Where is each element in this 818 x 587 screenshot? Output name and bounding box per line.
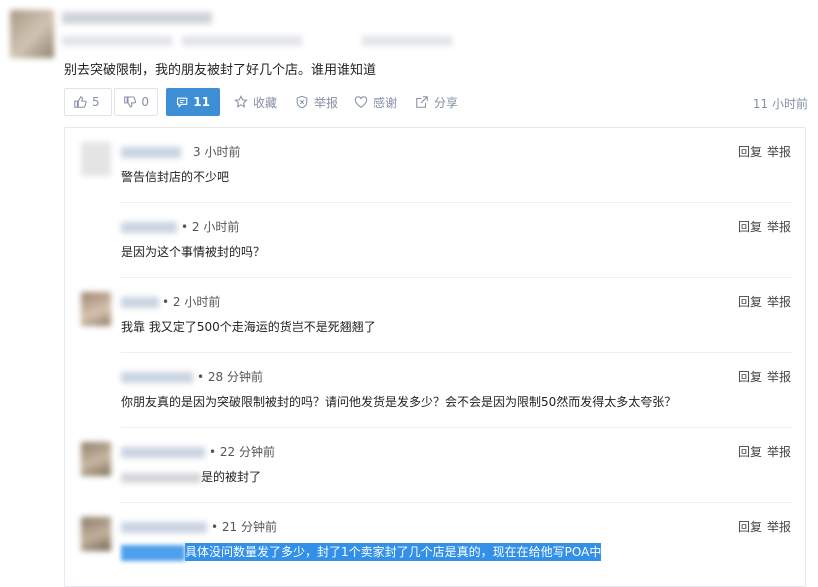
comment-text: 警告信封店的不少吧 <box>121 170 230 184</box>
favorite-label: 收藏 <box>253 95 278 110</box>
comment-item: • 2 小时前 我靠 我又定了500个走海运的货岂不是死翘翘了 回复 举报 <box>65 278 805 353</box>
comment-count: 11 <box>193 95 210 109</box>
comment-text-row: 是的被封了 <box>121 468 261 485</box>
comment-actions: 回复 举报 <box>738 293 791 310</box>
comment-item: 3 小时前 警告信封店的不少吧 回复 举报 <box>65 128 805 203</box>
thanks-button[interactable]: 感谢 <box>354 88 397 116</box>
reply-link[interactable]: 回复 <box>738 368 762 385</box>
comment-text-row: 具体没问数量发了多少，封了1个卖家封了几个店是真的，现在在给他写POA中 <box>121 543 602 561</box>
post-action-bar: 5 0 11 收藏 举报 感谢 分享 11 小时前 <box>64 88 808 116</box>
comment-actions: 回复 举报 <box>738 368 791 385</box>
report-link[interactable]: 举报 <box>767 443 791 460</box>
comments-panel: 3 小时前 警告信封店的不少吧 回复 举报 • 2 小时前 是因为这个事情被封的… <box>64 127 806 587</box>
post-timestamp: 11 小时前 <box>752 97 808 111</box>
mention-user[interactable] <box>121 472 201 483</box>
thanks-label: 感谢 <box>373 95 398 110</box>
comment-time: • 21 分钟前 <box>211 520 277 534</box>
comment-item: • 2 小时前 是因为这个事情被封的吗？ 回复 举报 <box>65 203 805 278</box>
commenter-name[interactable] <box>121 297 159 308</box>
comment-time: • 2 小时前 <box>162 295 221 309</box>
reply-link[interactable]: 回复 <box>738 443 762 460</box>
post-author-meta <box>62 36 172 46</box>
commenter-name[interactable] <box>121 447 205 458</box>
comment-item: • 28 分钟前 你朋友真的是因为突破限制被封的吗？请问他发货是发多少？会不会是… <box>65 353 805 428</box>
reply-link[interactable]: 回复 <box>738 293 762 310</box>
like-count: 5 <box>92 95 100 109</box>
post-author-meta <box>362 36 452 46</box>
reply-link[interactable]: 回复 <box>738 218 762 235</box>
comment-button[interactable]: 11 <box>166 88 220 116</box>
comment-text: 是的被封了 <box>201 470 262 484</box>
shield-icon <box>296 95 308 109</box>
report-link[interactable]: 举报 <box>767 293 791 310</box>
dislike-count: 0 <box>141 95 149 109</box>
comment-item: • 22 分钟前 是的被封了 回复 举报 <box>65 428 805 503</box>
reply-link[interactable]: 回复 <box>738 518 762 535</box>
report-post-button[interactable]: 举报 <box>295 88 338 116</box>
comment-time: • 2 小时前 <box>181 220 240 234</box>
share-icon <box>416 96 428 108</box>
commenter-name[interactable] <box>121 522 207 533</box>
comment-time: • 22 分钟前 <box>209 445 275 459</box>
heart-icon <box>354 96 368 108</box>
comment-text: 是因为这个事情被封的吗？ <box>121 245 266 259</box>
dislike-button[interactable]: 0 <box>114 88 158 116</box>
like-button[interactable]: 5 <box>64 88 112 116</box>
share-button[interactable]: 分享 <box>415 88 458 116</box>
post-author-name[interactable] <box>62 12 212 24</box>
comment-text: 我靠 我又定了500个走海运的货岂不是死翘翘了 <box>121 320 376 334</box>
report-link[interactable]: 举报 <box>767 143 791 160</box>
comment-time: • 28 分钟前 <box>197 370 263 384</box>
post-content: 别去突破限制，我的朋友被封了好几个店。谁用谁知道 <box>64 63 377 78</box>
commenter-avatar[interactable] <box>81 292 111 326</box>
comment-actions: 回复 举报 <box>738 218 791 235</box>
comment-time: 3 小时前 <box>193 145 241 159</box>
commenter-name[interactable] <box>121 147 181 158</box>
commenter-avatar[interactable] <box>81 142 111 176</box>
star-icon <box>234 95 248 108</box>
comment-icon <box>176 97 188 108</box>
post-author-avatar[interactable] <box>10 10 54 58</box>
comment-item: • 21 分钟前 具体没问数量发了多少，封了1个卖家封了几个店是真的，现在在给他… <box>65 503 805 578</box>
comment-text: 你朋友真的是因为突破限制被封的吗？请问他发货是发多少？会不会是因为限制50然而发… <box>121 395 677 409</box>
favorite-button[interactable]: 收藏 <box>234 88 277 116</box>
post-author-meta <box>182 36 302 46</box>
report-label: 举报 <box>314 95 339 110</box>
mention-user[interactable] <box>121 544 185 561</box>
comment-text: 具体没问数量发了多少，封了1个卖家封了几个店是真的，现在在给他写POA中 <box>185 543 602 561</box>
thumbs-up-icon <box>74 96 87 108</box>
commenter-avatar[interactable] <box>81 517 111 551</box>
report-link[interactable]: 举报 <box>767 368 791 385</box>
commenter-name[interactable] <box>121 372 193 383</box>
reply-link[interactable]: 回复 <box>738 143 762 160</box>
commenter-name[interactable] <box>121 222 177 233</box>
comment-actions: 回复 举报 <box>738 443 791 460</box>
report-link[interactable]: 举报 <box>767 518 791 535</box>
commenter-avatar[interactable] <box>81 442 111 476</box>
share-label: 分享 <box>434 95 459 110</box>
report-link[interactable]: 举报 <box>767 218 791 235</box>
thumbs-down-icon <box>124 96 137 108</box>
comment-actions: 回复 举报 <box>738 518 791 535</box>
comment-actions: 回复 举报 <box>738 143 791 160</box>
